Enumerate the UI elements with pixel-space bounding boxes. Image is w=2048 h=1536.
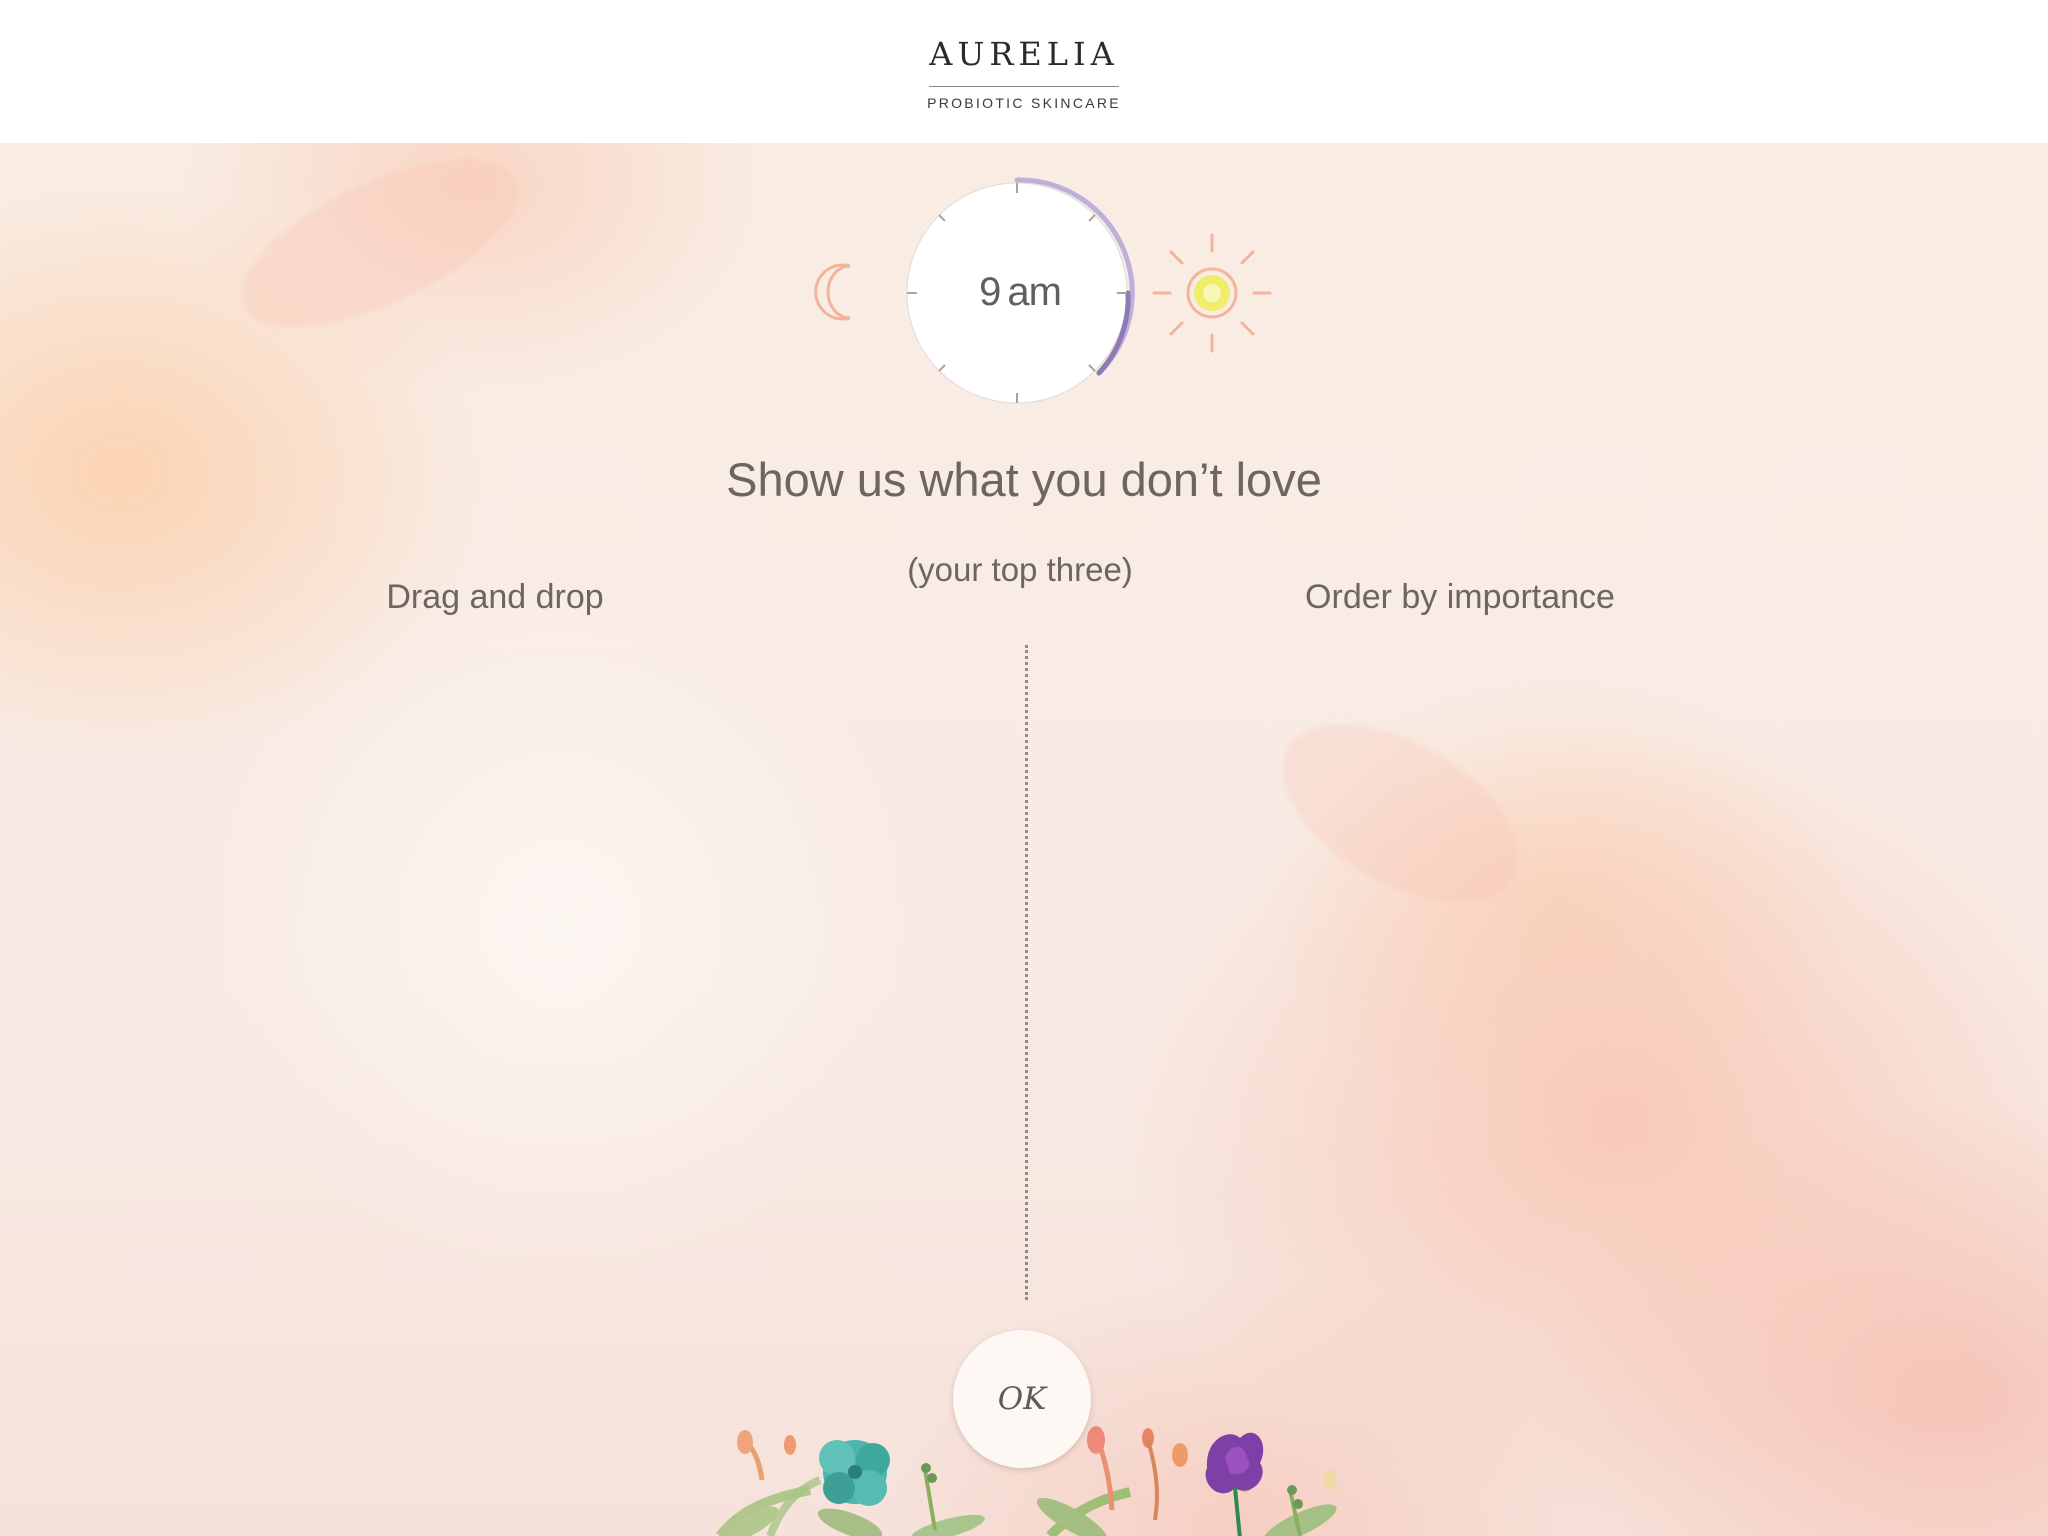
sun-icon[interactable] bbox=[1152, 233, 1272, 353]
order-importance-hint: Order by importance bbox=[1305, 578, 1615, 616]
clock-time-label: 9 am bbox=[940, 270, 1100, 315]
question-title: Show us what you don’t love bbox=[726, 453, 1322, 506]
clock-hour: 9 bbox=[979, 270, 1001, 314]
clock-period: am bbox=[1007, 270, 1062, 314]
question-subtitle: (your top three) bbox=[907, 551, 1133, 588]
left-bouquet bbox=[716, 1430, 985, 1536]
brand-name: AURELIA bbox=[929, 35, 1119, 73]
moon-icon[interactable] bbox=[814, 263, 851, 321]
drag-drop-hint: Drag and drop bbox=[386, 578, 604, 616]
app-header: AURELIA PROBIOTIC SKINCARE bbox=[0, 0, 2048, 143]
watercolor-wash bbox=[1252, 687, 1548, 939]
drop-zone-divider bbox=[1025, 645, 1028, 1300]
ok-button[interactable]: OK bbox=[953, 1330, 1091, 1468]
brand-divider bbox=[929, 86, 1119, 87]
right-bouquet bbox=[1036, 1426, 1337, 1536]
brand-tagline: PROBIOTIC SKINCARE bbox=[927, 95, 1121, 111]
